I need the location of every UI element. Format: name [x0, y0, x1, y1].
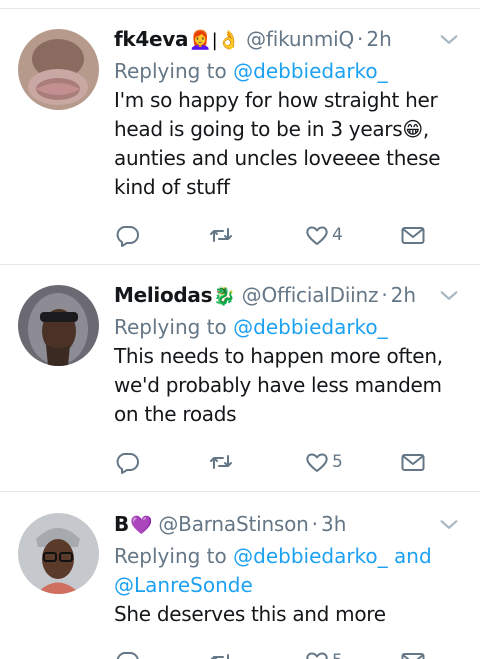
like-count: 4 — [332, 225, 343, 245]
tweet-text: She deserves this and more — [114, 602, 386, 626]
tweet-actions: 5 — [114, 447, 434, 477]
retweet-button[interactable] — [208, 220, 236, 250]
retweet-button[interactable] — [208, 646, 236, 659]
replying-to: Replying to @debbiedarko_ — [114, 57, 460, 86]
timestamp[interactable]: 3h — [321, 512, 346, 536]
tweet-actions: 4 — [114, 220, 434, 250]
retweet-button[interactable] — [208, 447, 236, 477]
like-count: 5 — [332, 651, 343, 659]
reply-icon — [116, 226, 139, 247]
replying-label: Replying to — [114, 59, 227, 83]
like-icon — [306, 652, 328, 659]
tweet-timeline: fk4eva 👩‍🦰|👌 @fikunmiQ · 2h Replying to … — [0, 0, 480, 659]
tweet-header: Meliodas 🐉 @OfficialDiinz · 2h — [114, 283, 460, 311]
user-handle[interactable]: @BarnaStinson — [158, 512, 308, 536]
retweet-icon — [210, 228, 232, 242]
like-icon — [306, 453, 328, 472]
tweet-header: fk4eva 👩‍🦰|👌 @fikunmiQ · 2h — [114, 27, 460, 55]
chevron-down-icon[interactable] — [438, 514, 460, 536]
separator-dot: · — [357, 27, 364, 51]
timestamp[interactable]: 2h — [366, 27, 391, 51]
tweet-text: I'm so happy for how straight her head i… — [114, 88, 441, 199]
message-button[interactable] — [400, 220, 426, 250]
display-name[interactable]: B — [114, 512, 129, 536]
display-name[interactable]: Meliodas — [114, 283, 213, 307]
tweet[interactable]: B 💜 @BarnaStinson · 3h Replying to @debb… — [0, 492, 480, 659]
name-emoji: 💜 — [129, 515, 153, 536]
user-handle[interactable]: @OfficialDiinz — [242, 283, 379, 307]
tweet[interactable]: Meliodas 🐉 @OfficialDiinz · 2h Replying … — [0, 265, 480, 492]
avatar[interactable] — [18, 285, 99, 366]
avatar[interactable] — [18, 29, 99, 110]
tweet-text: This needs to happen more often, we'd pr… — [114, 344, 443, 426]
tweet[interactable]: fk4eva 👩‍🦰|👌 @fikunmiQ · 2h Replying to … — [0, 0, 480, 265]
display-name[interactable]: fk4eva — [114, 27, 189, 51]
reply-button[interactable] — [114, 220, 142, 250]
tweet-actions: 5 — [114, 646, 434, 659]
like-button[interactable]: 5 — [304, 447, 343, 477]
message-icon — [401, 454, 425, 471]
timestamp[interactable]: 2h — [391, 283, 416, 307]
like-count: 5 — [332, 452, 343, 472]
name-emoji: 👩‍🦰|👌 — [189, 30, 241, 51]
retweet-icon — [210, 455, 232, 469]
message-button[interactable] — [400, 447, 426, 477]
replying-to: Replying to @debbiedarko_ and @LanreSond… — [114, 542, 460, 600]
retweet-icon — [210, 654, 229, 659]
reply-button[interactable] — [114, 646, 142, 659]
name-emoji: 🐉 — [213, 286, 236, 307]
reply-button[interactable] — [114, 447, 142, 477]
like-button[interactable]: 5 — [304, 646, 343, 659]
like-icon — [306, 226, 328, 245]
user-handle[interactable]: @fikunmiQ — [246, 27, 354, 51]
replying-label: Replying to — [114, 544, 227, 568]
reply-icon — [116, 453, 139, 474]
replying-to: Replying to @debbiedarko_ — [114, 313, 460, 342]
replying-label: Replying to — [114, 315, 227, 339]
message-icon — [401, 653, 425, 659]
tweet-header: B 💜 @BarnaStinson · 3h — [114, 512, 460, 540]
message-icon — [401, 227, 425, 244]
message-button[interactable] — [400, 646, 426, 659]
like-button[interactable]: 4 — [304, 220, 343, 250]
reply-icon — [116, 652, 139, 659]
chevron-down-icon[interactable] — [438, 29, 460, 51]
reply-target-link[interactable]: @debbiedarko_ — [233, 315, 388, 339]
avatar[interactable] — [18, 513, 99, 594]
chevron-down-icon[interactable] — [438, 285, 460, 307]
reply-target-link[interactable]: @debbiedarko_ — [233, 59, 388, 83]
separator-dot: · — [311, 512, 319, 536]
separator-dot: · — [381, 283, 388, 307]
